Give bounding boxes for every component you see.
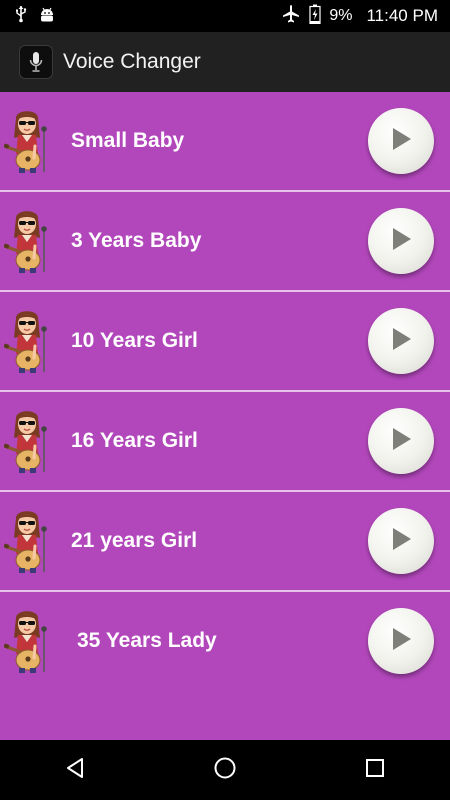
voice-label: 10 Years Girl <box>71 329 198 352</box>
airplane-icon <box>281 4 301 29</box>
singer-avatar-icon <box>3 608 52 674</box>
voice-label: 21 years Girl <box>71 529 198 552</box>
play-icon <box>389 626 413 657</box>
microphone-icon <box>19 45 53 79</box>
play-icon <box>389 326 413 357</box>
play-icon <box>389 426 413 457</box>
play-icon <box>389 526 413 557</box>
app-bar: Voice Changer <box>0 32 450 92</box>
app-title: Voice Changer <box>63 50 201 73</box>
play-button[interactable] <box>368 208 434 274</box>
android-debug-icon <box>38 5 56 28</box>
voice-label: 16 Years Girl <box>71 429 198 452</box>
clock: 11:40 PM <box>366 6 438 25</box>
voice-row[interactable]: 16 Years Girl <box>0 392 450 492</box>
voice-row[interactable]: Small Baby <box>0 92 450 192</box>
battery-charging-icon <box>309 4 321 29</box>
play-button[interactable] <box>368 408 434 474</box>
home-icon <box>213 756 237 785</box>
singer-avatar-icon <box>3 308 52 374</box>
singer-avatar-icon <box>3 208 52 274</box>
play-button[interactable] <box>368 308 434 374</box>
voice-label: 35 Years Lady <box>77 629 217 652</box>
back-button[interactable] <box>45 740 105 800</box>
play-icon <box>389 126 413 157</box>
back-icon <box>63 756 87 785</box>
play-icon <box>389 226 413 257</box>
recents-icon <box>364 757 386 784</box>
navigation-bar <box>0 740 450 800</box>
voice-row[interactable]: 21 years Girl <box>0 492 450 592</box>
voice-label: Small Baby <box>71 129 185 152</box>
voice-row[interactable]: 35 Years Lady <box>0 592 450 690</box>
battery-percent: 9% <box>329 7 353 24</box>
voice-label: 3 Years Baby <box>71 229 202 252</box>
voice-list: Small Baby 3 Years Baby 10 Years Girl 16… <box>0 92 450 690</box>
play-button[interactable] <box>368 608 434 674</box>
usb-icon <box>14 5 28 28</box>
play-button[interactable] <box>368 108 434 174</box>
voice-row[interactable]: 3 Years Baby <box>0 192 450 292</box>
home-button[interactable] <box>195 740 255 800</box>
status-bar: 9% 11:40 PM <box>0 0 450 32</box>
singer-avatar-icon <box>3 108 52 174</box>
play-button[interactable] <box>368 508 434 574</box>
singer-avatar-icon <box>3 508 52 574</box>
recents-button[interactable] <box>345 740 405 800</box>
singer-avatar-icon <box>3 408 52 474</box>
voice-row[interactable]: 10 Years Girl <box>0 292 450 392</box>
